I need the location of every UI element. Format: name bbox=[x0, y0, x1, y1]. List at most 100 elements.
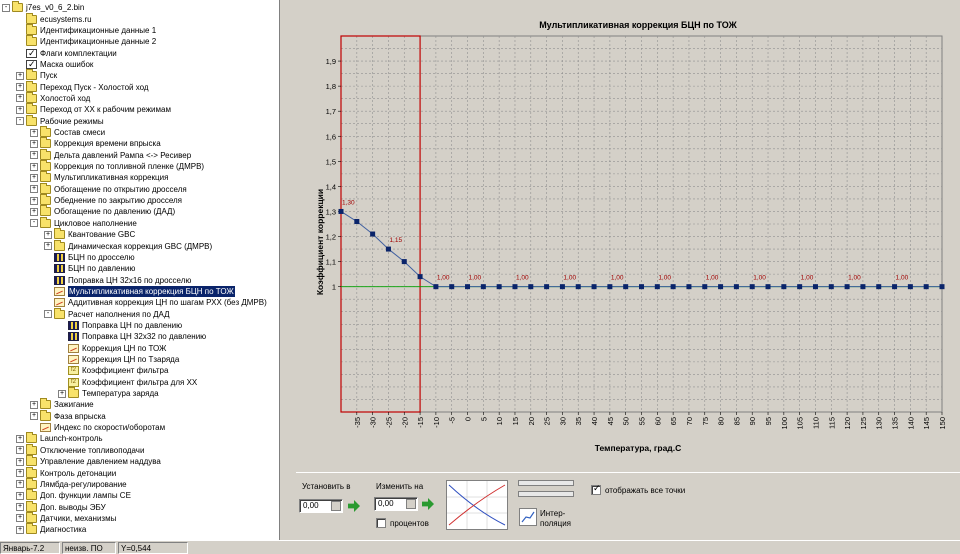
tree-item[interactable]: Коррекция ЦН по Тзаряда bbox=[58, 354, 179, 365]
expand-icon[interactable]: + bbox=[30, 151, 38, 160]
tree-item[interactable]: + Квантование GBC bbox=[44, 228, 135, 240]
spin-arrows-icon[interactable] bbox=[331, 501, 341, 511]
expand-icon[interactable]: + bbox=[44, 242, 52, 250]
expand-icon[interactable]: + bbox=[44, 230, 52, 239]
tree-item[interactable]: + Дельта давлений Рампа <-> Ресивер bbox=[30, 148, 192, 161]
tree-item[interactable]: Поправка ЦН по давлению bbox=[58, 320, 182, 331]
tree-item[interactable]: Аддитивная коррекция ЦН по шагам РХХ (бе… bbox=[44, 297, 267, 308]
data-point bbox=[718, 284, 724, 290]
tree-item[interactable]: + Лямбда-регулирование bbox=[16, 477, 127, 490]
tree-item[interactable]: + Пуск bbox=[16, 69, 57, 81]
smoothing-slider-2[interactable] bbox=[518, 491, 574, 497]
expand-icon[interactable]: + bbox=[16, 71, 24, 80]
tree-item[interactable]: + Датчики, механизмы bbox=[16, 511, 116, 524]
tree-item[interactable]: + Доп. функции лампы CE bbox=[16, 489, 131, 501]
chart[interactable]: Мультипликативная коррекция БЦН по ТОЖ Т… bbox=[296, 0, 960, 466]
expand-icon[interactable]: + bbox=[16, 491, 24, 500]
tree-item[interactable]: Коррекция ЦН по ТОЖ bbox=[58, 343, 166, 354]
tree-item[interactable]: БЦН по дросселю bbox=[44, 252, 135, 263]
tree-item[interactable]: + Фаза впрыска bbox=[30, 409, 106, 422]
tree-item[interactable]: + Диагностика bbox=[16, 523, 86, 535]
expand-icon[interactable]: + bbox=[58, 389, 66, 398]
tree-item[interactable]: + Температура заряда bbox=[58, 387, 159, 399]
apply-change-button[interactable] bbox=[422, 498, 434, 510]
y-axis-label: Коэффициент коррекции bbox=[315, 189, 325, 295]
expand-icon[interactable]: + bbox=[16, 525, 24, 534]
x-tick-label: 105 bbox=[796, 417, 805, 430]
collapse-icon[interactable]: - bbox=[16, 117, 24, 126]
tree-item[interactable]: + Доп. выводы ЭБУ bbox=[16, 500, 106, 513]
tree-item[interactable]: Поправка ЦН 32x16 по дросселю bbox=[44, 275, 191, 286]
expand-icon[interactable]: + bbox=[16, 94, 24, 103]
expand-icon[interactable]: + bbox=[16, 434, 24, 443]
tree-item[interactable]: + Обеднение по закрытию дросселя bbox=[30, 194, 182, 206]
expand-icon[interactable]: + bbox=[16, 457, 24, 466]
expand-icon[interactable]: + bbox=[30, 185, 38, 194]
chart-panel[interactable]: Мультипликативная коррекция БЦН по ТОЖ Т… bbox=[296, 0, 960, 466]
expand-icon[interactable]: + bbox=[16, 480, 24, 489]
tree-item[interactable]: Маска ошибок bbox=[16, 59, 93, 70]
tree-item[interactable]: f2 Коэффициент фильтра для ХХ bbox=[58, 377, 197, 388]
expand-icon[interactable]: + bbox=[16, 469, 24, 477]
curve-shape-icon[interactable] bbox=[446, 480, 508, 530]
tree-item[interactable]: + Зажигание bbox=[30, 398, 94, 410]
tree-item[interactable]: Идентификационные данные 2 bbox=[16, 35, 156, 47]
tree-item[interactable]: + Обогащение по давлению (ДАД) bbox=[30, 205, 175, 217]
expand-icon[interactable]: + bbox=[16, 105, 24, 114]
tree-item[interactable]: - Рабочие режимы bbox=[16, 114, 104, 127]
interpolation-icon[interactable] bbox=[519, 508, 537, 526]
tree-item[interactable]: + Динамическая коррекция GBC (ДМРВ) bbox=[44, 239, 212, 252]
tree-view[interactable]: - j7es_v0_6_2.bin ecusystems.ru Идентифик… bbox=[0, 0, 280, 540]
tree-item[interactable]: - Цикловое наполнение bbox=[30, 216, 137, 229]
expand-icon[interactable]: + bbox=[30, 162, 38, 171]
edit-controls: Установить в 0,00 Изменить на 0,00 проце… bbox=[296, 472, 960, 540]
tree-item[interactable]: ecusystems.ru bbox=[16, 12, 92, 25]
tree-item[interactable]: Поправка ЦН 32x32 по давлению bbox=[58, 331, 206, 342]
collapse-icon[interactable]: - bbox=[30, 219, 38, 228]
tree-item[interactable]: + Отключение топливоподачи bbox=[16, 443, 144, 456]
tree-item[interactable]: + Обогащение по открытию дросселя bbox=[30, 182, 187, 195]
expand-icon[interactable]: + bbox=[16, 503, 24, 512]
show-all-points-checkbox[interactable] bbox=[591, 483, 601, 495]
expand-icon[interactable]: + bbox=[16, 514, 24, 523]
tree-item[interactable]: + Контроль детонации bbox=[16, 466, 116, 479]
tree-item[interactable]: Мультипликативная коррекция БЦН по ТОЖ bbox=[44, 285, 235, 297]
collapse-icon[interactable]: - bbox=[2, 3, 10, 12]
tree-item[interactable]: + Коррекция по топливной пленке (ДМРВ) bbox=[30, 160, 204, 172]
x-tick-label: 45 bbox=[606, 417, 615, 425]
tree-item[interactable]: + Коррекция времени впрыска bbox=[30, 137, 161, 149]
expand-icon[interactable]: + bbox=[30, 139, 38, 148]
tree-item[interactable]: + Переход от ХХ к рабочим режимам bbox=[16, 103, 171, 115]
tree-item[interactable]: - Расчет наполнения по ДАД bbox=[44, 307, 170, 320]
expand-icon[interactable]: + bbox=[16, 83, 24, 92]
tree-item[interactable]: Индекс по скорости/оборотам bbox=[30, 422, 165, 433]
collapse-icon[interactable]: - bbox=[44, 310, 52, 319]
smoothing-slider-1[interactable] bbox=[518, 480, 574, 486]
tree-item[interactable]: + Переход Пуск - Холостой ход bbox=[16, 80, 149, 93]
check-icon bbox=[26, 48, 37, 59]
tree-root[interactable]: - j7es_v0_6_2.bin bbox=[2, 1, 84, 13]
change-by-input[interactable]: 0,00 bbox=[374, 497, 418, 511]
expand-icon[interactable]: + bbox=[16, 446, 24, 455]
spin-arrows-icon[interactable] bbox=[406, 499, 416, 509]
tree-item[interactable]: + Launch-контроль bbox=[16, 432, 103, 444]
expand-icon[interactable]: + bbox=[30, 412, 38, 421]
tree-item[interactable]: + Холостой ход bbox=[16, 91, 90, 104]
expand-icon[interactable]: + bbox=[30, 196, 38, 205]
table-icon bbox=[68, 320, 79, 330]
expand-icon[interactable]: + bbox=[30, 400, 38, 409]
expand-icon[interactable]: + bbox=[30, 207, 38, 216]
tree-item[interactable]: + Мультипликативная коррекция bbox=[30, 171, 168, 183]
tree-item-label: Дельта давлений Рампа <-> Ресивер bbox=[54, 150, 192, 160]
tree-item[interactable]: + Управление давлением наддува bbox=[16, 455, 161, 467]
expand-icon[interactable]: + bbox=[30, 173, 38, 182]
tree-item[interactable]: Идентификационные данные 1 bbox=[16, 23, 156, 36]
apply-set-button[interactable] bbox=[348, 500, 360, 512]
set-to-input[interactable]: 0,00 bbox=[299, 499, 343, 513]
tree-item[interactable]: f2 Коэффициент фильтра bbox=[58, 365, 168, 376]
percent-checkbox[interactable] bbox=[376, 518, 386, 528]
tree-item[interactable]: Флаги комплектации bbox=[16, 48, 117, 59]
tree-item[interactable]: БЦН по давлению bbox=[44, 263, 135, 274]
tree-item[interactable]: + Состав смеси bbox=[30, 126, 105, 138]
expand-icon[interactable]: + bbox=[30, 128, 38, 137]
